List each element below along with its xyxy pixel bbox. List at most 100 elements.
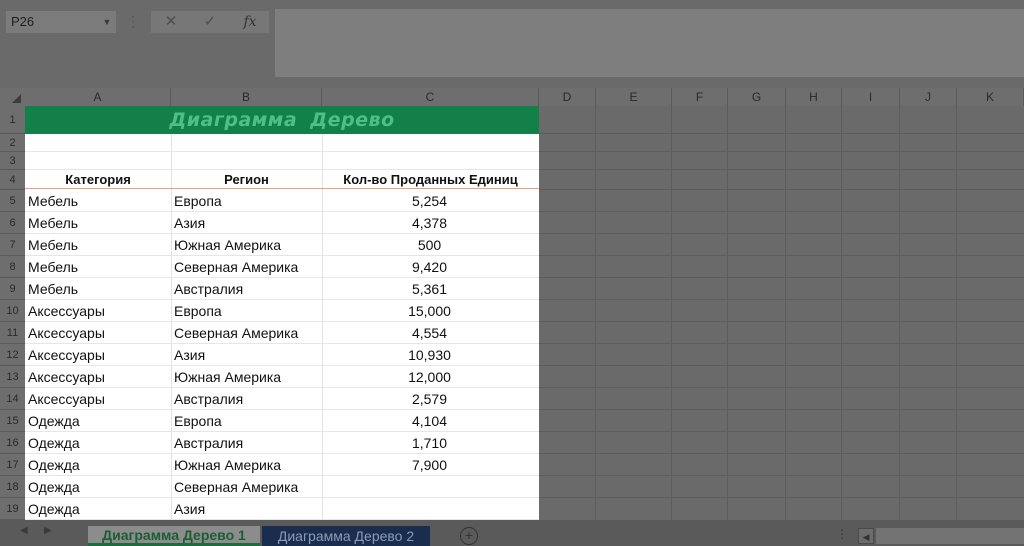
units-cell[interactable]: 2,579 bbox=[322, 391, 537, 407]
column-header-e[interactable]: E bbox=[596, 88, 672, 106]
next-sheet-icon[interactable]: ▶ bbox=[44, 525, 52, 536]
table-divider bbox=[25, 475, 539, 476]
formula-bar-area: P26 ▼ · · · ✕ ✓ fx bbox=[0, 0, 1024, 88]
region-cell[interactable]: Европа bbox=[174, 193, 222, 209]
tab-split-grip-icon[interactable]: ⋮ bbox=[836, 527, 848, 541]
region-cell[interactable]: Азия bbox=[174, 501, 205, 517]
category-cell[interactable]: Аксессуары bbox=[28, 325, 105, 341]
column-header-h[interactable]: H bbox=[786, 88, 842, 106]
region-cell[interactable]: Австралия bbox=[174, 435, 243, 451]
region-cell[interactable]: Европа bbox=[174, 303, 222, 319]
region-cell[interactable]: Азия bbox=[174, 347, 205, 363]
row-header[interactable]: 4 bbox=[0, 170, 25, 190]
region-cell[interactable]: Южная Америка bbox=[174, 457, 281, 473]
category-cell[interactable]: Мебель bbox=[28, 281, 78, 297]
cancel-entry-icon[interactable]: ✕ bbox=[156, 11, 186, 33]
sheet-tab-active[interactable]: Диаграмма Дерево 1 bbox=[88, 526, 260, 546]
category-cell[interactable]: Аксессуары bbox=[28, 347, 105, 363]
region-cell[interactable]: Европа bbox=[174, 413, 222, 429]
table-divider bbox=[25, 255, 539, 256]
units-cell[interactable]: 500 bbox=[322, 237, 537, 253]
name-box-dropdown-icon[interactable]: ▼ bbox=[100, 11, 114, 33]
region-cell[interactable]: Азия bbox=[174, 215, 205, 231]
category-cell[interactable]: Одежда bbox=[28, 435, 80, 451]
units-cell[interactable]: 9,420 bbox=[322, 259, 537, 275]
formula-input[interactable] bbox=[275, 9, 1024, 77]
column-header-a[interactable]: A bbox=[25, 88, 171, 106]
row-header[interactable]: 5 bbox=[0, 190, 25, 212]
region-cell[interactable]: Северная Америка bbox=[174, 259, 298, 275]
region-cell[interactable]: Южная Америка bbox=[174, 237, 281, 253]
row-header[interactable]: 9 bbox=[0, 278, 25, 300]
column-header-d[interactable]: D bbox=[539, 88, 596, 106]
units-cell[interactable]: 5,361 bbox=[322, 281, 537, 297]
formula-bar-grip-icon[interactable]: · · · bbox=[131, 10, 139, 32]
row-header[interactable]: 2 bbox=[0, 134, 25, 152]
horizontal-scrollbar[interactable] bbox=[876, 528, 1024, 544]
confirm-entry-icon[interactable]: ✓ bbox=[195, 11, 225, 33]
add-sheet-icon[interactable]: + bbox=[460, 527, 478, 545]
units-cell[interactable]: 7,900 bbox=[322, 457, 537, 473]
column-header-j[interactable]: J bbox=[900, 88, 957, 106]
insert-function-button[interactable]: fx bbox=[235, 11, 265, 33]
title-banner[interactable]: Диаграмма Дерево bbox=[25, 106, 539, 134]
category-cell[interactable]: Одежда bbox=[28, 457, 80, 473]
table-divider bbox=[25, 431, 539, 432]
column-header-b[interactable]: B bbox=[171, 88, 322, 106]
row-header[interactable]: 11 bbox=[0, 322, 25, 344]
sheet-tab-2[interactable]: Диаграмма Дерево 2 bbox=[262, 526, 430, 546]
table-divider bbox=[25, 211, 539, 212]
column-header-c[interactable]: C bbox=[322, 88, 539, 106]
region-cell[interactable]: Австралия bbox=[174, 281, 243, 297]
category-cell[interactable]: Аксессуары bbox=[28, 391, 105, 407]
units-cell[interactable]: 4,378 bbox=[322, 215, 537, 231]
row-header[interactable]: 7 bbox=[0, 234, 25, 256]
region-cell[interactable]: Южная Америка bbox=[174, 369, 281, 385]
cell-grid[interactable]: Диаграмма Дерево Категория Регион Кол-во… bbox=[25, 106, 1024, 520]
row-header[interactable]: 18 bbox=[0, 476, 25, 498]
row-header[interactable]: 12 bbox=[0, 344, 25, 366]
category-cell[interactable]: Одежда bbox=[28, 479, 80, 495]
category-cell[interactable]: Аксессуары bbox=[28, 369, 105, 385]
units-cell[interactable]: 12,000 bbox=[322, 369, 537, 385]
row-header[interactable]: 17 bbox=[0, 454, 25, 476]
units-cell[interactable]: 1,710 bbox=[322, 435, 537, 451]
category-cell[interactable]: Аксессуары bbox=[28, 303, 105, 319]
header-units-sold[interactable]: Кол-во Проданных Единиц bbox=[322, 172, 539, 187]
row-header[interactable]: 10 bbox=[0, 300, 25, 322]
category-cell[interactable]: Мебель bbox=[28, 259, 78, 275]
category-cell[interactable]: Мебель bbox=[28, 215, 78, 231]
region-cell[interactable]: Австралия bbox=[174, 391, 243, 407]
column-header-g[interactable]: G bbox=[728, 88, 786, 106]
row-header[interactable]: 6 bbox=[0, 212, 25, 234]
region-cell[interactable]: Северная Америка bbox=[174, 325, 298, 341]
row-header[interactable]: 13 bbox=[0, 366, 25, 388]
column-header-i[interactable]: I bbox=[842, 88, 900, 106]
category-cell[interactable]: Одежда bbox=[28, 413, 80, 429]
column-header-f[interactable]: F bbox=[672, 88, 728, 106]
row-header[interactable]: 8 bbox=[0, 256, 25, 278]
category-cell[interactable]: Мебель bbox=[28, 193, 78, 209]
units-cell[interactable]: 5,254 bbox=[322, 193, 537, 209]
region-cell[interactable]: Северная Америка bbox=[174, 479, 298, 495]
row-header[interactable]: 1 bbox=[0, 106, 25, 134]
prev-sheet-icon[interactable]: ◀ bbox=[20, 525, 28, 536]
units-cell[interactable]: 4,104 bbox=[322, 413, 537, 429]
category-cell[interactable]: Мебель bbox=[28, 237, 78, 253]
row-header[interactable]: 3 bbox=[0, 152, 25, 170]
scroll-left-icon[interactable]: ◀ bbox=[858, 528, 874, 544]
row-header[interactable]: 14 bbox=[0, 388, 25, 410]
column-header-k[interactable]: K bbox=[957, 88, 1024, 106]
row-header[interactable]: 15 bbox=[0, 410, 25, 432]
table-divider bbox=[25, 299, 539, 300]
row-header[interactable]: 16 bbox=[0, 432, 25, 454]
row-header[interactable]: 19 bbox=[0, 498, 25, 520]
table-divider bbox=[25, 387, 539, 388]
header-region[interactable]: Регион bbox=[171, 172, 322, 187]
units-cell[interactable]: 10,930 bbox=[322, 347, 537, 363]
header-category[interactable]: Категория bbox=[25, 172, 171, 187]
units-cell[interactable]: 15,000 bbox=[322, 303, 537, 319]
category-cell[interactable]: Одежда bbox=[28, 501, 80, 517]
units-cell[interactable]: 4,554 bbox=[322, 325, 537, 341]
table-divider bbox=[25, 169, 539, 170]
